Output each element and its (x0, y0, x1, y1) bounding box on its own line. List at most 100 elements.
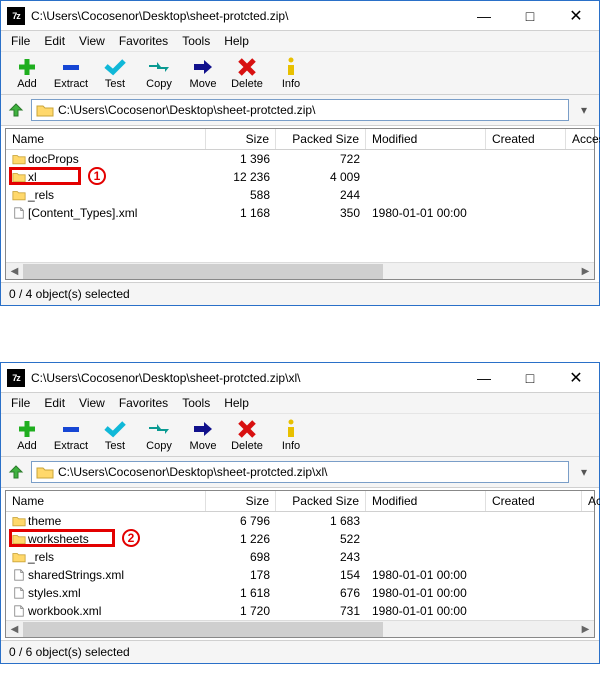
list-item[interactable]: xl12 2364 009 (6, 168, 594, 186)
item-name: workbook.xml (6, 604, 206, 618)
titlebar[interactable]: 7z C:\Users\Cocosenor\Desktop\sheet-prot… (1, 1, 599, 31)
col-name[interactable]: Name (6, 491, 206, 511)
toolbar-delete[interactable]: Delete (225, 416, 269, 454)
toolbar-info[interactable]: Info (269, 416, 313, 454)
plus-icon (15, 418, 39, 440)
list-item[interactable]: worksheets1 226522 (6, 530, 594, 548)
col-name[interactable]: Name (6, 129, 206, 149)
menu-tools[interactable]: Tools (182, 34, 210, 48)
col-size[interactable]: Size (206, 491, 276, 511)
toolbar-add[interactable]: Add (5, 416, 49, 454)
menu-view[interactable]: View (79, 396, 105, 410)
item-packed: 522 (276, 532, 366, 546)
toolbar-add-label: Add (17, 78, 37, 90)
item-modified: 1980-01-01 00:00 (366, 568, 486, 582)
col-created[interactable]: Created (486, 129, 566, 149)
menu-view[interactable]: View (79, 34, 105, 48)
titlebar[interactable]: 7z C:\Users\Cocosenor\Desktop\sheet-prot… (1, 363, 599, 393)
minimize-button[interactable]: ― (461, 363, 507, 393)
copy-arrow-icon (147, 418, 171, 440)
toolbar-delete-label: Delete (231, 78, 263, 90)
path-dropdown[interactable]: ▾ (575, 103, 593, 117)
path-dropdown[interactable]: ▾ (575, 465, 593, 479)
pathbar: C:\Users\Cocosenor\Desktop\sheet-protcte… (1, 457, 599, 488)
pathbar: C:\Users\Cocosenor\Desktop\sheet-protcte… (1, 95, 599, 126)
toolbar-extract[interactable]: Extract (49, 54, 93, 92)
col-size[interactable]: Size (206, 129, 276, 149)
toolbar-copy-label: Copy (146, 440, 172, 452)
horizontal-scrollbar[interactable]: ◀ ▶ (6, 262, 594, 279)
col-created[interactable]: Created (486, 491, 582, 511)
list-body: theme6 7961 683worksheets1 226522_rels69… (6, 512, 594, 620)
menu-edit[interactable]: Edit (44, 396, 65, 410)
scroll-left-icon[interactable]: ◀ (6, 621, 23, 638)
toolbar-move[interactable]: Move (181, 54, 225, 92)
window-title: C:\Users\Cocosenor\Desktop\sheet-protcte… (31, 9, 461, 23)
path-field[interactable]: C:\Users\Cocosenor\Desktop\sheet-protcte… (31, 99, 569, 121)
col-accessed[interactable]: Ac (582, 491, 600, 511)
menu-favorites[interactable]: Favorites (119, 396, 168, 410)
scroll-left-icon[interactable]: ◀ (6, 263, 23, 280)
toolbar-test[interactable]: Test (93, 416, 137, 454)
list-item[interactable]: [Content_Types].xml1 1683501980-01-01 00… (6, 204, 594, 222)
toolbar-extract[interactable]: Extract (49, 416, 93, 454)
toolbar-info[interactable]: Info (269, 54, 313, 92)
statusbar: 0 / 4 object(s) selected (1, 282, 599, 305)
menu-favorites[interactable]: Favorites (119, 34, 168, 48)
up-icon[interactable] (7, 463, 25, 481)
toolbar-copy[interactable]: Copy (137, 54, 181, 92)
scroll-right-icon[interactable]: ▶ (577, 621, 594, 638)
toolbar-add[interactable]: Add (5, 54, 49, 92)
item-packed: 722 (276, 152, 366, 166)
horizontal-scrollbar[interactable]: ◀ ▶ (6, 620, 594, 637)
item-size: 588 (206, 188, 276, 202)
maximize-button[interactable]: □ (507, 1, 553, 31)
scroll-thumb[interactable] (23, 264, 383, 279)
toolbar-copy[interactable]: Copy (137, 416, 181, 454)
toolbar: Add Extract Test Copy Move Delete Info (1, 51, 599, 95)
col-accessed[interactable]: Acces (566, 129, 600, 149)
list-item[interactable]: _rels698243 (6, 548, 594, 566)
scroll-thumb[interactable] (23, 622, 383, 637)
list-item[interactable]: docProps1 396722 (6, 150, 594, 168)
menu-file[interactable]: File (11, 396, 30, 410)
maximize-button[interactable]: □ (507, 363, 553, 393)
scroll-right-icon[interactable]: ▶ (577, 263, 594, 280)
item-size: 12 236 (206, 170, 276, 184)
info-icon (279, 56, 303, 78)
item-packed: 243 (276, 550, 366, 564)
col-modified[interactable]: Modified (366, 491, 486, 511)
list-item[interactable]: sharedStrings.xml1781541980-01-01 00:00 (6, 566, 594, 584)
app-icon: 7z (7, 369, 25, 387)
menu-edit[interactable]: Edit (44, 34, 65, 48)
minimize-button[interactable]: ― (461, 1, 507, 31)
close-button[interactable]: ✕ (553, 363, 599, 393)
toolbar-extract-label: Extract (54, 440, 88, 452)
list-item[interactable]: workbook.xml1 7207311980-01-01 00:00 (6, 602, 594, 620)
delete-icon (235, 56, 259, 78)
close-button[interactable]: ✕ (553, 1, 599, 31)
up-icon[interactable] (7, 101, 25, 119)
list-item[interactable]: _rels588244 (6, 186, 594, 204)
toolbar-test[interactable]: Test (93, 54, 137, 92)
menubar: File Edit View Favorites Tools Help (1, 31, 599, 51)
menu-tools[interactable]: Tools (182, 396, 210, 410)
toolbar-move[interactable]: Move (181, 416, 225, 454)
toolbar-delete[interactable]: Delete (225, 54, 269, 92)
col-packed[interactable]: Packed Size (276, 129, 366, 149)
minus-icon (59, 56, 83, 78)
list-item[interactable]: theme6 7961 683 (6, 512, 594, 530)
col-modified[interactable]: Modified (366, 129, 486, 149)
list-item[interactable]: styles.xml1 6186761980-01-01 00:00 (6, 584, 594, 602)
menu-help[interactable]: Help (224, 34, 249, 48)
toolbar: Add Extract Test Copy Move Delete Info (1, 413, 599, 457)
item-size: 1 396 (206, 152, 276, 166)
col-packed[interactable]: Packed Size (276, 491, 366, 511)
item-name: styles.xml (6, 586, 206, 600)
menu-help[interactable]: Help (224, 396, 249, 410)
menu-file[interactable]: File (11, 34, 30, 48)
item-packed: 676 (276, 586, 366, 600)
item-packed: 731 (276, 604, 366, 618)
item-size: 1 618 (206, 586, 276, 600)
path-field[interactable]: C:\Users\Cocosenor\Desktop\sheet-protcte… (31, 461, 569, 483)
